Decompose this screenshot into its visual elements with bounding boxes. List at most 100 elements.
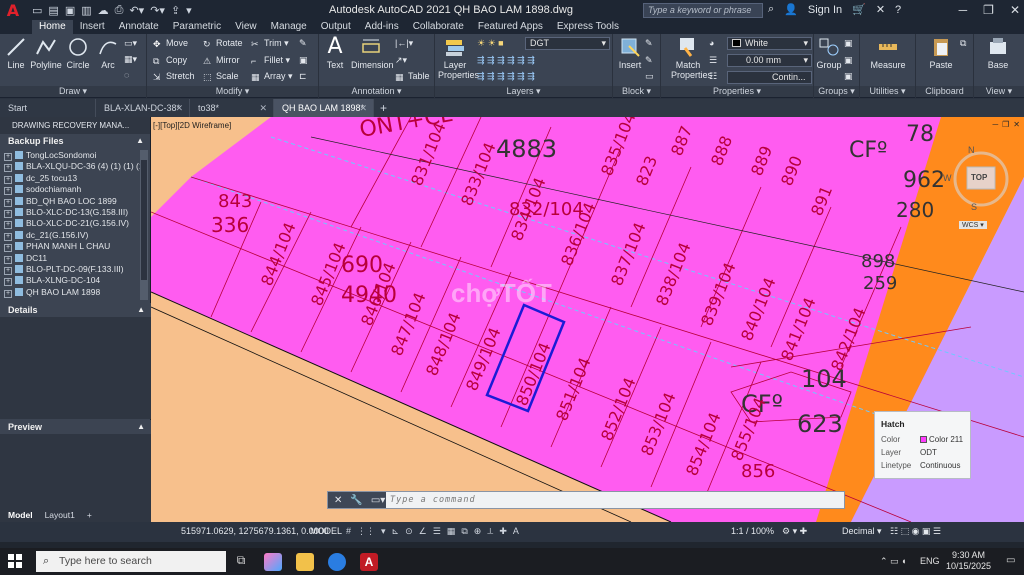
viewport-minimize-icon[interactable]: ─ bbox=[992, 120, 998, 129]
backup-list-scrollbar[interactable] bbox=[140, 150, 148, 300]
help-icon[interactable]: ? bbox=[895, 4, 901, 16]
polar-icon[interactable]: ⊾ bbox=[392, 526, 400, 537]
preview-header[interactable]: Preview ▲ bbox=[0, 420, 151, 434]
list-item[interactable]: + BLO-XLC-DC-21(G.156.IV) bbox=[4, 218, 140, 230]
groups-group-title[interactable]: Groups ▾ bbox=[814, 86, 859, 97]
task-view-icon[interactable]: ⧉ bbox=[232, 553, 250, 571]
measure-tool[interactable]: Measure bbox=[868, 36, 908, 70]
rectangle-icon[interactable]: ▭▾ bbox=[124, 38, 137, 49]
list-item[interactable]: + BLA-XLQU-DC-36 (4) (1) (1) (1) bbox=[4, 161, 140, 173]
linetype-dropdown[interactable]: Contin...▾ bbox=[727, 71, 812, 93]
transparency-icon[interactable]: ▦ bbox=[447, 526, 456, 537]
list-item[interactable]: + dc_25 tocu13 bbox=[4, 173, 140, 184]
table-tool[interactable]: ▦ Table bbox=[395, 71, 430, 82]
annotation-group-title[interactable]: Annotation ▾ bbox=[319, 86, 434, 97]
modify-group-title[interactable]: Modify ▾ bbox=[147, 86, 318, 97]
autocad-taskbar-icon[interactable]: A bbox=[360, 553, 378, 571]
viewcube[interactable]: TOP N W S WCS ▾ bbox=[943, 145, 1011, 237]
annotation-monitor-icon[interactable]: ✚ bbox=[499, 526, 507, 537]
group-tool[interactable]: Group bbox=[816, 36, 842, 70]
list-item[interactable]: + BLA-XLNG-DC-104 bbox=[4, 275, 140, 287]
redo-icon[interactable]: ↷▾ bbox=[150, 4, 165, 17]
search-icon[interactable]: ⌕ bbox=[768, 3, 774, 16]
layer-tools-row2-icon[interactable]: ⇶ ⇶ ⇶ ⇶ ⇶ ⇶ bbox=[477, 71, 535, 82]
text-tool[interactable]: A Text bbox=[323, 36, 347, 71]
help-search-input[interactable]: Type a keyword or phrase bbox=[643, 3, 763, 18]
minimize-button[interactable]: ─ bbox=[959, 0, 968, 20]
match-properties-tool[interactable]: Match Properties bbox=[671, 36, 712, 80]
annotation-scale[interactable]: 1:1 / 100% bbox=[731, 526, 774, 536]
linear-dim-icon[interactable]: |←|▾ bbox=[395, 38, 413, 49]
draw-group-title[interactable]: Draw ▾ bbox=[0, 86, 146, 97]
grid-icon[interactable]: # bbox=[346, 526, 351, 537]
close-command-icon[interactable]: ✕ bbox=[334, 495, 342, 506]
tab-express-tools[interactable]: Express Tools bbox=[550, 20, 626, 34]
compass-north[interactable]: N bbox=[968, 145, 975, 155]
taskbar-clock[interactable]: 9:30 AM 10/15/2025 bbox=[946, 550, 991, 572]
command-input[interactable]: Type a command bbox=[386, 492, 844, 508]
line-tool[interactable]: Line bbox=[5, 36, 27, 70]
rotate-tool[interactable]: ↻ Rotate bbox=[203, 38, 243, 49]
viewport-restore-icon[interactable]: ❐ bbox=[1002, 120, 1009, 129]
list-item[interactable]: + DC11 bbox=[4, 253, 140, 264]
ortho-icon[interactable]: ▾ bbox=[381, 526, 386, 537]
list-icon[interactable]: ☷ bbox=[709, 71, 717, 82]
zalo-icon[interactable] bbox=[328, 553, 346, 571]
lineweight-dropdown[interactable]: 0.00 mm ▾ bbox=[727, 54, 812, 67]
layer-state-icons[interactable]: ☀ ☀ ■ bbox=[477, 38, 504, 49]
block-attr-icon[interactable]: ▭ bbox=[645, 71, 654, 82]
paste-tool[interactable]: Paste bbox=[926, 36, 956, 70]
tab-insert[interactable]: Insert bbox=[73, 20, 112, 34]
restore-button[interactable]: ❐ bbox=[983, 0, 994, 20]
doc-tab-to38[interactable]: to38* ✕ bbox=[190, 99, 274, 117]
open-file-icon[interactable]: ▤ bbox=[48, 4, 58, 17]
layers-group-title[interactable]: Layers ▾ bbox=[435, 86, 612, 97]
cloud-icon[interactable]: ☁ bbox=[98, 4, 109, 17]
mirror-tool[interactable]: ⚠ Mirror bbox=[203, 55, 240, 66]
fillet-tool[interactable]: ⌐ Fillet ▾ bbox=[251, 55, 290, 66]
language-indicator[interactable]: ENG bbox=[920, 556, 940, 566]
coordinates-readout[interactable]: 515971.0629, 1275679.1361, 0.0000 bbox=[181, 526, 329, 536]
base-view-tool[interactable]: Base bbox=[984, 36, 1012, 70]
clipboard-group-title[interactable]: Clipboard bbox=[916, 86, 973, 97]
list-item[interactable]: + PHAN MANH L CHAU bbox=[4, 241, 140, 253]
list-item[interactable]: + QH BAO LAM 1898 bbox=[4, 287, 140, 298]
tab-model[interactable]: Model bbox=[8, 510, 33, 520]
layer-properties-tool[interactable]: Layer Properties bbox=[438, 36, 479, 80]
stretch-tool[interactable]: ⇲ Stretch bbox=[153, 71, 195, 82]
create-block-icon[interactable]: ✎ bbox=[645, 38, 653, 49]
3dosnap-icon[interactable]: ⊕ bbox=[474, 526, 482, 537]
undo-icon[interactable]: ↶▾ bbox=[129, 4, 144, 17]
dynamic-ucs-icon[interactable]: ⟂ bbox=[487, 526, 493, 537]
tab-parametric[interactable]: Parametric bbox=[166, 20, 228, 34]
list-item[interactable]: + sodochiamanh bbox=[4, 184, 140, 196]
tab-manage[interactable]: Manage bbox=[264, 20, 314, 34]
customize-command-icon[interactable]: 🔧 bbox=[350, 495, 362, 506]
polyline-tool[interactable]: Polyline bbox=[30, 36, 62, 70]
insert-block-tool[interactable]: Insert bbox=[617, 36, 643, 70]
taskbar-search-input[interactable]: Type here to search bbox=[36, 551, 226, 572]
region-icon[interactable]: ◌ bbox=[124, 70, 129, 80]
workspace-icon[interactable]: ▾ bbox=[186, 4, 192, 17]
list-item[interactable]: + BLO-XLC-DC-13(G.158.III) bbox=[4, 207, 140, 218]
save-as-icon[interactable]: ▥ bbox=[81, 4, 91, 17]
move-tool[interactable]: ✥ Move bbox=[153, 38, 188, 49]
offset-icon[interactable]: ⊏ bbox=[299, 71, 307, 82]
array-tool[interactable]: ▦ Array ▾ bbox=[251, 71, 293, 82]
layer-tools-row1-icon[interactable]: ⇶ ⇶ ⇶ ⇶ ⇶ ⇶ bbox=[477, 55, 535, 66]
model-space-toggle[interactable]: MODEL bbox=[310, 526, 342, 536]
ungroup-icon[interactable]: ▣ bbox=[844, 38, 853, 49]
new-tab-button[interactable]: + bbox=[374, 99, 393, 117]
status-tools-icons[interactable]: ☷ ⬚ ◉ ▣ ☰ bbox=[890, 526, 941, 537]
notification-icon[interactable]: ▭ bbox=[1006, 555, 1015, 566]
erase-icon[interactable]: ✎ bbox=[299, 38, 307, 49]
units-dropdown[interactable]: Decimal ▾ bbox=[842, 526, 882, 537]
trim-tool[interactable]: ✂ Trim ▾ bbox=[251, 38, 289, 49]
tab-annotate[interactable]: Annotate bbox=[112, 20, 166, 34]
autocad-app-menu-button[interactable]: A bbox=[0, 0, 26, 20]
color-wheel-icon[interactable]: ◕ bbox=[709, 38, 714, 48]
close-tab-icon[interactable]: ✕ bbox=[175, 99, 183, 117]
compass-south[interactable]: S bbox=[971, 202, 977, 212]
close-tab-icon[interactable]: ✕ bbox=[259, 99, 267, 117]
tab-featured-apps[interactable]: Featured Apps bbox=[471, 20, 550, 34]
